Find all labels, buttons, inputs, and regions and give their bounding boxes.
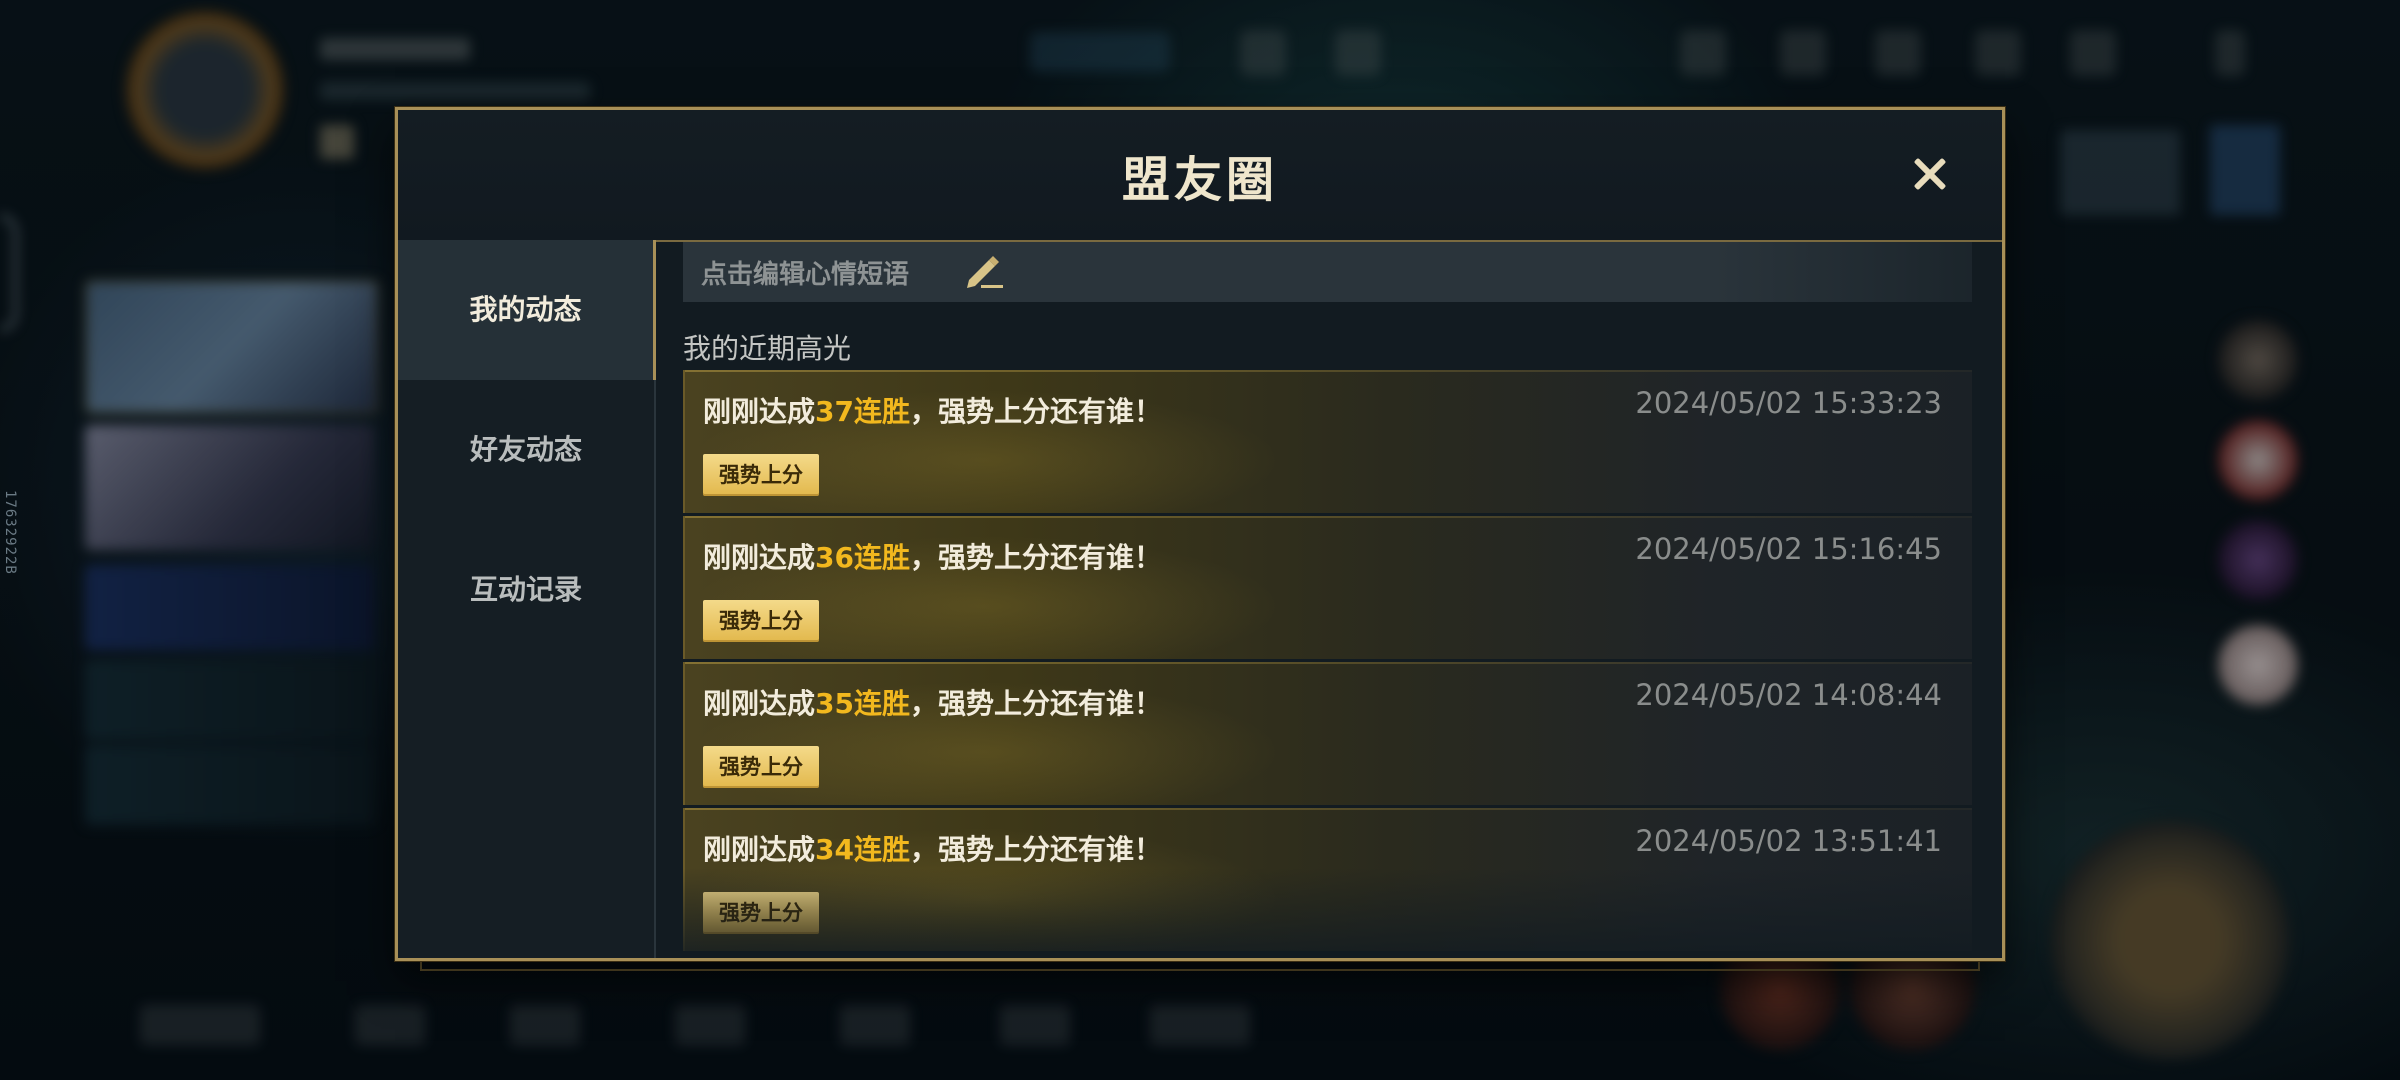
tag-badge: 强势上分 (703, 454, 819, 496)
timestamp: 2024/05/02 13:51:41 (1635, 824, 1942, 858)
feed-text: 刚刚达成34连胜，强势上分还有谁！ (703, 833, 1162, 866)
tag-badge: 强势上分 (703, 746, 819, 788)
mood-placeholder: 点击编辑心情短语 (701, 260, 910, 290)
timestamp: 2024/05/02 14:08:44 (1635, 678, 1942, 712)
highlight-feed: 刚刚达成37连胜，强势上分还有谁！ 2024/05/02 15:33:23 强势… (683, 370, 1972, 958)
alliance-circle-modal: 盟友圈 我的动态 好友动态 互动记录 点击编辑心情短语 我的近期高光 刚刚达成3… (395, 107, 2005, 961)
feed-text: 刚刚达成37连胜，强势上分还有谁！ (703, 395, 1162, 428)
mood-phrase-input[interactable]: 点击编辑心情短语 (683, 242, 1972, 302)
sidebar: 我的动态 好友动态 互动记录 (398, 240, 656, 958)
win-streak: 35连胜 (815, 687, 910, 720)
tab-friend-activity[interactable]: 好友动态 (398, 380, 654, 520)
tab-my-activity[interactable]: 我的动态 (398, 240, 656, 380)
tag-badge: 强势上分 (703, 600, 819, 642)
timestamp: 2024/05/02 15:16:45 (1635, 532, 1942, 566)
modal-bottom-edge (420, 961, 1980, 971)
feed-item: 刚刚达成34连胜，强势上分还有谁！ 2024/05/02 13:51:41 强势… (683, 808, 1972, 951)
feed-item: 刚刚达成37连胜，强势上分还有谁！ 2024/05/02 15:33:23 强势… (683, 370, 1972, 513)
tag-badge: 强势上分 (703, 892, 819, 934)
feed-text: 刚刚达成35连胜，强势上分还有谁！ (703, 687, 1162, 720)
win-streak: 37连胜 (815, 395, 910, 428)
modal-header: 盟友圈 (398, 110, 2002, 242)
win-streak: 36连胜 (815, 541, 910, 574)
section-label: 我的近期高光 (683, 332, 852, 365)
feed-item: 刚刚达成35连胜，强势上分还有谁！ 2024/05/02 14:08:44 强势… (683, 662, 1972, 805)
modal-title: 盟友圈 (1121, 152, 1278, 208)
tab-interaction-records[interactable]: 互动记录 (398, 520, 654, 660)
feed-item: 刚刚达成36连胜，强势上分还有谁！ 2024/05/02 15:16:45 强势… (683, 516, 1972, 659)
pencil-icon (967, 256, 1003, 288)
win-streak: 34连胜 (815, 833, 910, 866)
feed-text: 刚刚达成36连胜，强势上分还有谁！ (703, 541, 1162, 574)
side-code: 17632922B (2, 490, 18, 575)
close-icon[interactable] (1908, 152, 1952, 196)
content-area: 点击编辑心情短语 我的近期高光 刚刚达成37连胜，强势上分还有谁！ 2024/0… (656, 242, 2002, 958)
timestamp: 2024/05/02 15:33:23 (1635, 386, 1942, 420)
